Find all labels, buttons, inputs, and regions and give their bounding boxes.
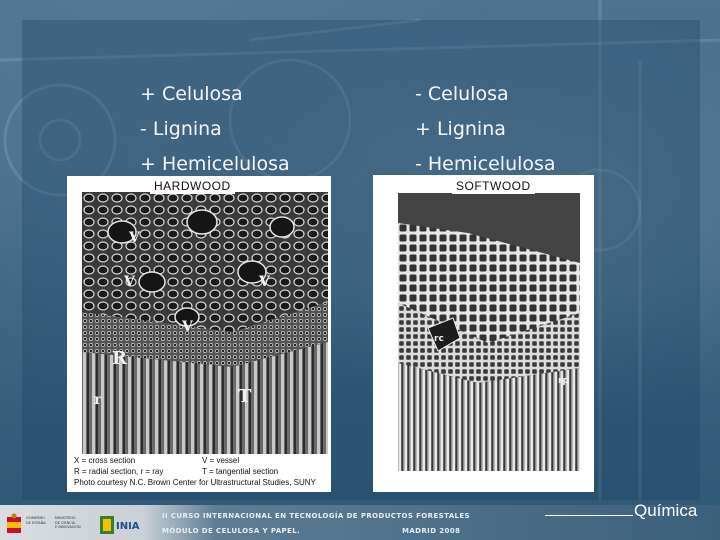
softwood-composition: - Celulosa + Lignina - Hemicelulosa: [415, 77, 556, 182]
caption-text: T = tangential section: [202, 467, 279, 476]
underline-rule: [545, 515, 633, 516]
composition-line: - Celulosa: [415, 83, 509, 105]
radial-marker: R: [112, 348, 128, 369]
caption-credit: Photo courtesy N.C. Brown Center for Ult…: [74, 478, 316, 487]
vessel-marker: V: [123, 274, 136, 290]
composition-line: + Lignina: [415, 118, 506, 140]
hardwood-label: HARDWOOD: [150, 179, 235, 194]
composition-line: + Celulosa: [140, 83, 243, 105]
softwood-label: SOFTWOOD: [452, 179, 535, 194]
section-label: Química: [545, 501, 697, 521]
footer-module-title: MÓDULO DE CELULOSA Y PAPEL.: [162, 527, 301, 535]
hardwood-caption: X = cross section V = vessel R = radial …: [74, 455, 324, 488]
caption-text: V = vessel: [202, 456, 240, 465]
caption-text: X = cross section: [74, 456, 136, 465]
ministry-logo-text: MINISTERIO DE CIENCIA E INNOVACIÓN: [55, 516, 81, 530]
hardwood-micrograph: V V V V R r T: [82, 192, 328, 454]
inia-logo-text: INIA: [116, 521, 140, 532]
composition-line: - Lignina: [140, 118, 222, 140]
footer-date: MADRID 2008: [402, 527, 461, 535]
vessel-marker: V: [181, 319, 194, 335]
inia-logo: INIA: [100, 516, 140, 534]
footer-course-title: II CURSO INTERNACIONAL EN TECNOLOGÍA DE …: [162, 512, 470, 520]
tangential-marker: T: [238, 386, 252, 407]
ray-marker: r: [94, 392, 102, 408]
hardwood-composition: + Celulosa - Lignina + Hemicelulosa: [140, 77, 290, 182]
section-label-text: Química: [634, 501, 698, 520]
caption-text: R = radial section, r = ray: [74, 467, 164, 476]
logo-line: E INNOVACIÓN: [55, 525, 81, 529]
vessel-marker: V: [128, 230, 141, 246]
logo-line: GOBIERNO: [26, 516, 45, 520]
resin-canal-marker: rc: [434, 334, 444, 344]
softwood-micrograph: rc rp: [398, 193, 580, 471]
vessel-marker: V: [258, 274, 271, 290]
spain-coat-of-arms-icon: [7, 513, 21, 533]
government-logo-text: GOBIERNO DE ESPAÑA: [26, 516, 46, 525]
logo-line: DE ESPAÑA: [26, 520, 46, 525]
softwood-marker: rp: [558, 376, 569, 386]
